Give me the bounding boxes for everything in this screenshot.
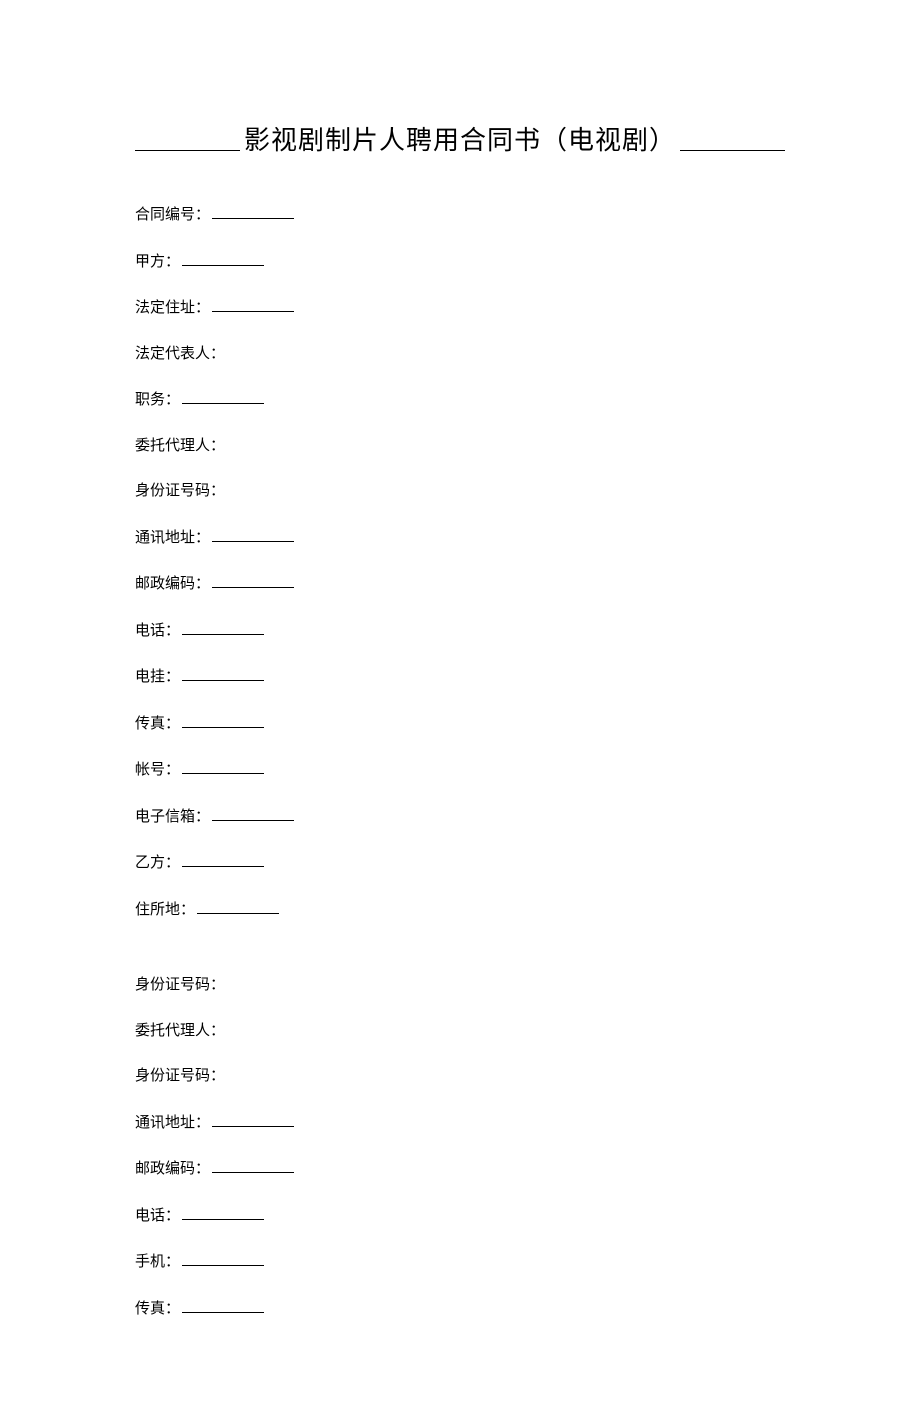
blank-line[interactable] [212,298,294,312]
field-label: 合同编号： [135,207,210,223]
field-row: 合同编号： [135,205,785,226]
field-row: 电话： [135,621,785,642]
document-title: 影视剧制片人聘用合同书（电视剧） [240,120,680,157]
field-row: 传真： [135,1299,785,1320]
field-row: 电挂： [135,667,785,688]
field-row: 委托代理人： [135,1022,785,1042]
field-label: 电子信箱： [135,809,210,825]
blank-line[interactable] [212,205,294,219]
field-label: 甲方： [135,254,180,270]
title-line: 影视剧制片人聘用合同书（电视剧） [135,120,785,157]
field-label: 邮政编码： [135,1161,210,1177]
title-rule-right [680,150,785,151]
field-row: 手机： [135,1252,785,1273]
field-label: 通讯地址： [135,1115,210,1131]
field-label: 帐号： [135,762,180,778]
field-label: 法定代表人： [135,346,225,362]
blank-line[interactable] [182,714,264,728]
field-label: 身份证号码： [135,977,225,993]
field-label: 电话： [135,1208,180,1224]
field-row: 法定住址： [135,298,785,319]
fields-container: 合同编号： 甲方： 法定住址： 法定代表人： 职务： 委托代理人： 身份证号码： 通讯地址： 邮… [135,205,785,1319]
field-row: 帐号： [135,760,785,781]
blank-line[interactable] [212,574,294,588]
field-row: 电子信箱： [135,807,785,828]
title-row: 影视剧制片人聘用合同书（电视剧） [135,120,785,157]
field-row: 邮政编码： [135,574,785,595]
field-label: 乙方： [135,855,180,871]
field-label: 电挂： [135,669,180,685]
field-label: 职务： [135,392,180,408]
field-label: 身份证号码： [135,1068,225,1084]
field-label: 住所地： [135,902,195,918]
field-row: 住所地： [135,900,785,921]
field-label: 身份证号码： [135,483,225,499]
field-label: 通讯地址： [135,530,210,546]
blank-line[interactable] [182,853,264,867]
blank-line[interactable] [182,621,264,635]
field-row: 传真： [135,714,785,735]
field-row: 职务： [135,390,785,411]
field-label: 法定住址： [135,300,210,316]
field-row: 乙方： [135,853,785,874]
document-page: 影视剧制片人聘用合同书（电视剧） 合同编号： 甲方： 法定住址： 法定代表人： 职务： 委… [0,0,920,1425]
blank-line[interactable] [182,1206,264,1220]
field-label: 委托代理人： [135,438,225,454]
blank-line[interactable] [182,390,264,404]
blank-line[interactable] [212,1159,294,1173]
field-row: 通讯地址： [135,528,785,549]
field-row: 身份证号码： [135,976,785,996]
field-row: 甲方： [135,252,785,273]
field-label: 邮政编码： [135,576,210,592]
field-row: 身份证号码： [135,482,785,502]
field-row: 法定代表人： [135,345,785,365]
field-row: 身份证号码： [135,1067,785,1087]
blank-line[interactable] [182,667,264,681]
field-row: 通讯地址： [135,1113,785,1134]
field-label: 手机： [135,1254,180,1270]
title-rule-left [135,150,240,151]
field-label: 委托代理人： [135,1023,225,1039]
field-row: 邮政编码： [135,1159,785,1180]
field-row: 委托代理人： [135,437,785,457]
field-label: 电话： [135,623,180,639]
blank-line[interactable] [182,760,264,774]
field-label: 传真： [135,716,180,732]
blank-line[interactable] [212,807,294,821]
blank-line[interactable] [197,900,279,914]
blank-line[interactable] [182,252,264,266]
blank-line[interactable] [182,1252,264,1266]
blank-line[interactable] [212,528,294,542]
blank-line[interactable] [212,1113,294,1127]
field-label: 传真： [135,1301,180,1317]
field-row: 电话： [135,1206,785,1227]
